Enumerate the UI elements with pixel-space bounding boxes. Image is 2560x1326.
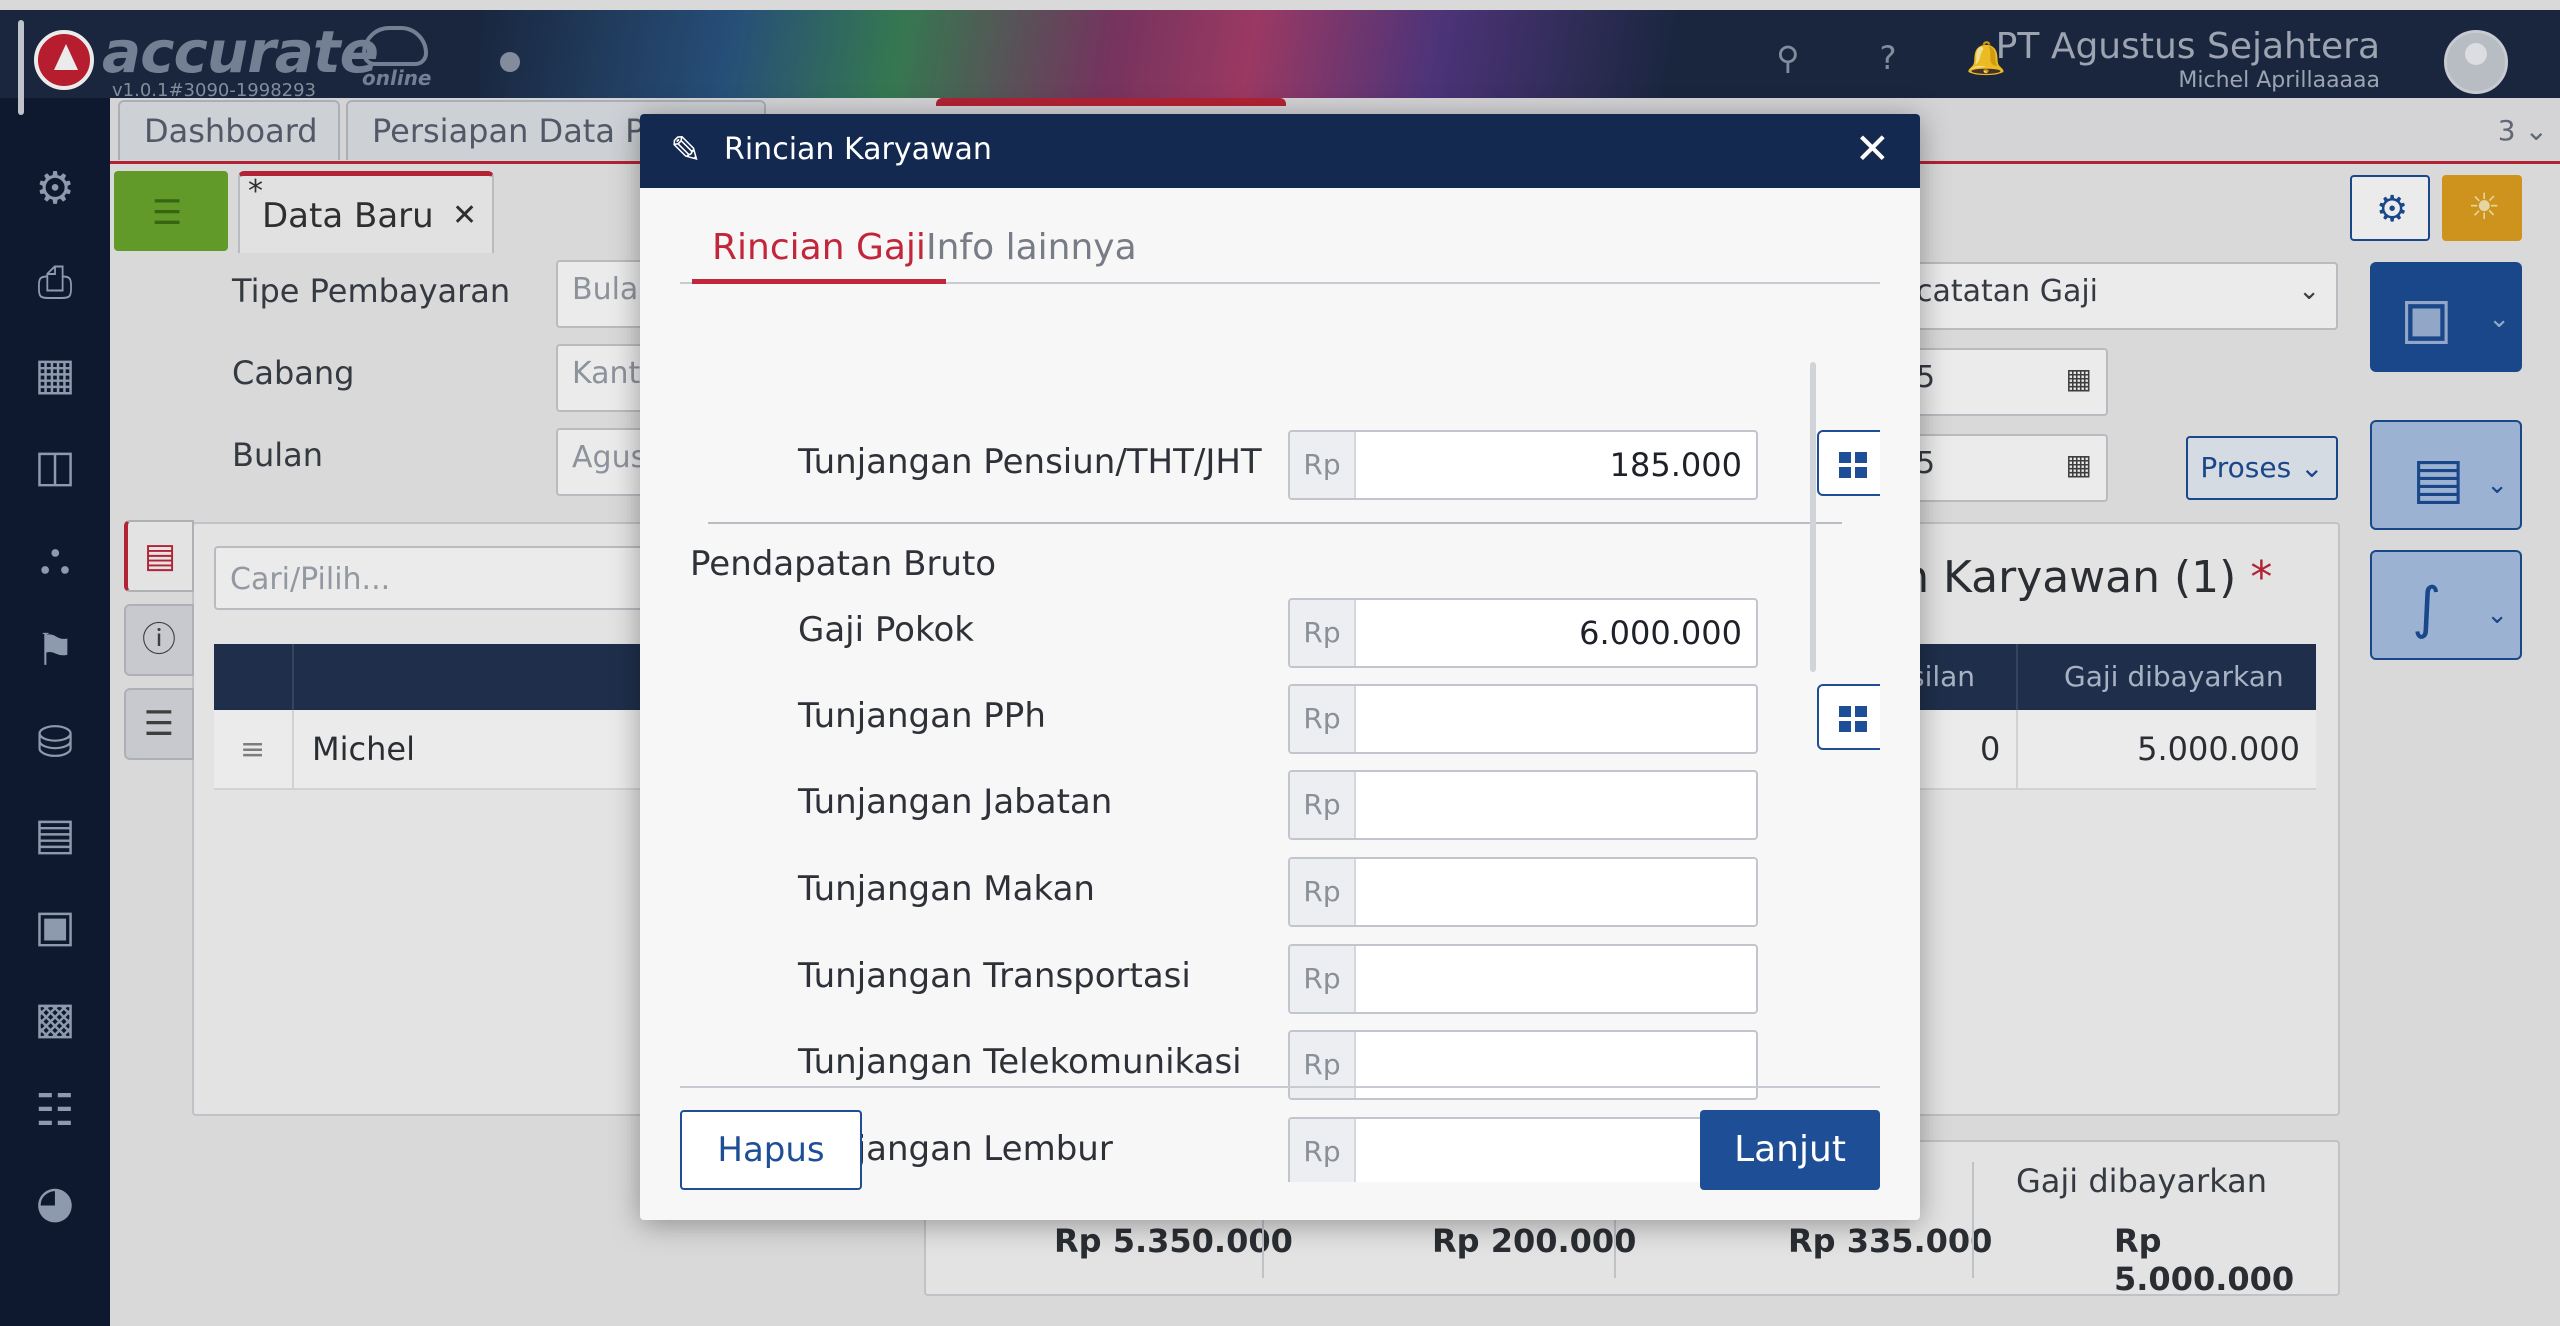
form-row: Tunjangan Telekomunikasi Rp xyxy=(680,1030,1880,1100)
pencil-icon: ✎ xyxy=(670,128,702,172)
tunjangan-lembur-field[interactable]: Rp xyxy=(1288,1117,1758,1182)
modal-header: ✎ Rincian Karyawan ✕ xyxy=(640,114,1920,188)
tunjangan-pph-field[interactable]: Rp xyxy=(1288,684,1758,754)
form-row: Tunjangan PPh Rp xyxy=(680,684,1880,754)
currency-prefix: Rp xyxy=(1290,686,1356,752)
modal-title: Rincian Karyawan xyxy=(724,132,992,167)
calculator-button[interactable] xyxy=(1817,684,1880,750)
tunjangan-telekomunikasi-label: Tunjangan Telekomunikasi xyxy=(798,1042,1242,1082)
currency-prefix: Rp xyxy=(1290,600,1356,666)
currency-prefix: Rp xyxy=(1290,772,1356,838)
tunjangan-telekomunikasi-field[interactable]: Rp xyxy=(1288,1030,1758,1100)
gaji-pokok-field[interactable]: Rp 6.000.000 xyxy=(1288,598,1758,668)
modal-scrollbar[interactable] xyxy=(1810,362,1816,672)
section-divider xyxy=(708,522,1842,524)
tunjangan-pph-label: Tunjangan PPh xyxy=(798,696,1046,736)
form-row: Tunjangan Jabatan Rp xyxy=(680,770,1880,840)
field-value: 185.000 xyxy=(1609,446,1742,484)
field-value: 6.000.000 xyxy=(1579,614,1742,652)
modal-body: Tunjangan Pensiun/THT/JHT Rp 185.000 Pen… xyxy=(680,286,1880,1182)
gaji-pokok-label: Gaji Pokok xyxy=(798,610,974,650)
calculator-button[interactable] xyxy=(1817,430,1880,496)
currency-prefix: Rp xyxy=(1290,1032,1356,1098)
close-icon[interactable]: ✕ xyxy=(1855,124,1890,173)
tab-info-lainnya[interactable]: Info lainnya xyxy=(906,224,1157,284)
tunjangan-jabatan-label: Tunjangan Jabatan xyxy=(798,782,1113,822)
tunjangan-jabatan-field[interactable]: Rp xyxy=(1288,770,1758,840)
form-row: Gaji Pokok Rp 6.000.000 xyxy=(680,598,1880,668)
tunjangan-transportasi-label: Tunjangan Transportasi xyxy=(798,956,1191,996)
hapus-button[interactable]: Hapus xyxy=(680,1110,862,1190)
tunjangan-pensiun-field[interactable]: Rp 185.000 xyxy=(1288,430,1758,500)
tunjangan-makan-label: Tunjangan Makan xyxy=(798,869,1095,909)
form-row: Tunjangan Transportasi Rp xyxy=(680,944,1880,1014)
footer-divider xyxy=(680,1086,1880,1088)
lanjut-button[interactable]: Lanjut xyxy=(1700,1110,1880,1190)
currency-prefix: Rp xyxy=(1290,859,1356,925)
tunjangan-transportasi-field[interactable]: Rp xyxy=(1288,944,1758,1014)
currency-prefix: Rp xyxy=(1290,1119,1356,1182)
form-row: Tunjangan Pensiun/THT/JHT Rp 185.000 xyxy=(680,430,1880,500)
section-pendapatan-bruto: Pendapatan Bruto xyxy=(690,544,997,584)
calculator-icon xyxy=(1839,706,1867,732)
form-row: Tunjangan Makan Rp xyxy=(680,857,1880,927)
currency-prefix: Rp xyxy=(1290,946,1356,1012)
tunjangan-pensiun-label: Tunjangan Pensiun/THT/JHT xyxy=(798,442,1262,482)
modal-tabs: Rincian Gaji Info lainnya xyxy=(680,214,1880,284)
tunjangan-makan-field[interactable]: Rp xyxy=(1288,857,1758,927)
calculator-icon xyxy=(1839,452,1867,478)
currency-prefix: Rp xyxy=(1290,432,1356,498)
app-root: accurate online v1.0.1#3090-1998293 ⚲ ? … xyxy=(0,0,2560,1326)
rincian-karyawan-modal: ✎ Rincian Karyawan ✕ Rincian Gaji Info l… xyxy=(640,114,1920,1220)
